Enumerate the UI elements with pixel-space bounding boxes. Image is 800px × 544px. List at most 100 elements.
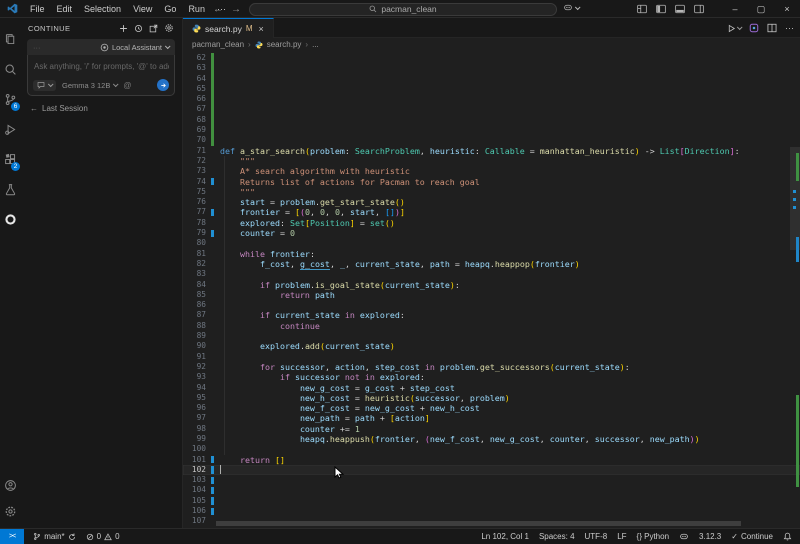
extension-action-icon[interactable] bbox=[749, 23, 759, 33]
history-icon[interactable] bbox=[134, 24, 143, 33]
command-center-search[interactable]: pacman_clean bbox=[249, 3, 557, 16]
code-line[interactable]: 79 counter = 0 bbox=[183, 228, 800, 238]
menu-view[interactable]: View bbox=[127, 0, 158, 18]
code-line[interactable]: 106 bbox=[183, 506, 800, 516]
code-line[interactable]: 66 bbox=[183, 94, 800, 104]
toggle-panel-icon[interactable] bbox=[675, 4, 685, 14]
code-line[interactable]: 99 heapq.heappush(frontier, (new_f_cost,… bbox=[183, 434, 800, 444]
code-line[interactable]: 102 bbox=[183, 465, 800, 475]
code-line[interactable]: 73 A* search algorithm with heuristic bbox=[183, 166, 800, 176]
settings-button[interactable] bbox=[0, 498, 20, 524]
activity-search[interactable] bbox=[0, 54, 20, 84]
activity-explorer[interactable] bbox=[0, 24, 20, 54]
horizontal-scrollbar[interactable] bbox=[216, 521, 741, 526]
run-button[interactable] bbox=[727, 24, 741, 33]
mode-selector[interactable] bbox=[33, 80, 56, 91]
toggle-sidebar-left-icon[interactable] bbox=[656, 4, 666, 14]
code-line[interactable]: 75 """ bbox=[183, 187, 800, 197]
code-line[interactable]: 68 bbox=[183, 115, 800, 125]
last-session-link[interactable]: ← Last Session bbox=[30, 104, 182, 113]
code-line[interactable]: 90 explored.add(current_state) bbox=[183, 341, 800, 351]
gear-icon[interactable] bbox=[164, 23, 174, 33]
code-line[interactable]: 98 counter += 1 bbox=[183, 424, 800, 434]
code-line[interactable]: 64 bbox=[183, 74, 800, 84]
code-line[interactable]: 83 bbox=[183, 269, 800, 279]
editor-more-actions-icon[interactable]: ··· bbox=[785, 23, 794, 33]
model-selector[interactable]: Gemma 3 12B bbox=[62, 81, 117, 90]
notifications-button[interactable] bbox=[778, 532, 800, 541]
code-line[interactable]: 71def a_star_search(problem: SearchProbl… bbox=[183, 146, 800, 156]
code-line[interactable]: 76 start = problem.get_start_state() bbox=[183, 197, 800, 207]
code-line[interactable]: 81 while frontier: bbox=[183, 249, 800, 259]
code-line[interactable]: 100 bbox=[183, 444, 800, 454]
code-line[interactable]: 82 f_cost, g_cost, _, current_state, pat… bbox=[183, 259, 800, 269]
activity-testing[interactable] bbox=[0, 174, 20, 204]
menu-selection[interactable]: Selection bbox=[78, 0, 127, 18]
code-line[interactable]: 74 Returns list of actions for Pacman to… bbox=[183, 177, 800, 187]
nav-back-icon[interactable]: ← bbox=[213, 4, 223, 15]
code-line[interactable]: 94 new_g_cost = g_cost + step_cost bbox=[183, 383, 800, 393]
code-line[interactable]: 96 new_f_cost = new_g_cost + new_h_cost bbox=[183, 403, 800, 413]
window-maximize-button[interactable]: ▢ bbox=[748, 0, 774, 18]
code-line[interactable]: 89 bbox=[183, 331, 800, 341]
code-line[interactable]: 97 new_path = path + [action] bbox=[183, 413, 800, 423]
problems-status[interactable]: 0 0 bbox=[81, 532, 125, 541]
chat-input-box[interactable]: Ask anything, '/' for prompts, '@' to ad… bbox=[27, 55, 175, 96]
toggle-sidebar-right-icon[interactable] bbox=[694, 4, 704, 14]
tab-close-icon[interactable]: × bbox=[259, 24, 264, 34]
branch-status[interactable]: main* bbox=[28, 532, 80, 541]
window-minimize-button[interactable]: – bbox=[722, 0, 748, 18]
activity-extensions[interactable]: 2 bbox=[0, 144, 20, 174]
code-line[interactable]: 88 continue bbox=[183, 321, 800, 331]
eol-status[interactable]: LF bbox=[612, 532, 631, 541]
menu-go[interactable]: Go bbox=[158, 0, 182, 18]
customize-layout-icon[interactable] bbox=[637, 4, 647, 14]
breadcrumb-symbol[interactable]: ... bbox=[312, 40, 319, 49]
code-line[interactable]: 86 bbox=[183, 300, 800, 310]
cursor-position-status[interactable]: Ln 102, Col 1 bbox=[476, 532, 534, 541]
code-line[interactable]: 104 bbox=[183, 485, 800, 495]
code-line[interactable]: 70 bbox=[183, 135, 800, 145]
code-line[interactable]: 84 if problem.is_goal_state(current_stat… bbox=[183, 280, 800, 290]
code-line[interactable]: 80 bbox=[183, 238, 800, 248]
menu-edit[interactable]: Edit bbox=[51, 0, 79, 18]
code-line[interactable]: 93 if successor not in explored: bbox=[183, 372, 800, 382]
activity-source-control[interactable]: 6 bbox=[0, 84, 20, 114]
new-session-icon[interactable] bbox=[119, 24, 128, 33]
breadcrumb-file[interactable]: search.py bbox=[267, 40, 302, 49]
menu-file[interactable]: File bbox=[24, 0, 51, 18]
code-line[interactable]: 101 return [] bbox=[183, 455, 800, 465]
language-status[interactable]: { } Python bbox=[632, 532, 674, 541]
code-line[interactable]: 72 """ bbox=[183, 156, 800, 166]
code-line[interactable]: 63 bbox=[183, 63, 800, 73]
copilot-status[interactable] bbox=[674, 532, 694, 541]
activity-run-debug[interactable] bbox=[0, 114, 20, 144]
code-line[interactable]: 62 bbox=[183, 53, 800, 63]
code-line[interactable]: 65 bbox=[183, 84, 800, 94]
code-line[interactable]: 78 explored: Set[Position] = set() bbox=[183, 218, 800, 228]
window-close-button[interactable]: × bbox=[774, 0, 800, 18]
activity-continue[interactable] bbox=[0, 204, 20, 234]
indentation-status[interactable]: Spaces: 4 bbox=[534, 532, 580, 541]
account-button[interactable] bbox=[0, 472, 20, 498]
continue-status[interactable]: ✓ Continue bbox=[726, 532, 778, 541]
code-line[interactable]: 69 bbox=[183, 125, 800, 135]
code-line[interactable]: 103 bbox=[183, 475, 800, 485]
encoding-status[interactable]: UTF-8 bbox=[580, 532, 613, 541]
code-line[interactable]: 67 bbox=[183, 104, 800, 114]
code-line[interactable]: 91 bbox=[183, 352, 800, 362]
code-line[interactable]: 92 for successor, action, step_cost in p… bbox=[183, 362, 800, 372]
tab-search-py[interactable]: search.py M × bbox=[183, 18, 274, 38]
open-in-editor-icon[interactable] bbox=[149, 24, 158, 33]
code-line[interactable]: 77 frontier = [(0, 0, 0, start, [])] bbox=[183, 207, 800, 217]
add-context-button[interactable]: @ bbox=[123, 81, 131, 90]
send-button[interactable] bbox=[157, 79, 169, 91]
breadcrumb-root[interactable]: pacman_clean bbox=[192, 40, 244, 49]
nav-forward-icon[interactable]: → bbox=[231, 4, 241, 15]
python-version-status[interactable]: 3.12.3 bbox=[694, 532, 726, 541]
code-line[interactable]: 87 if current_state in explored: bbox=[183, 310, 800, 320]
code-editor[interactable]: 62636465666768697071def a_star_search(pr… bbox=[183, 51, 800, 528]
assistant-selector[interactable]: Local Assistant bbox=[100, 43, 169, 52]
code-line[interactable]: 85 return path bbox=[183, 290, 800, 300]
code-line[interactable]: 95 new_h_cost = heuristic(successor, pro… bbox=[183, 393, 800, 403]
